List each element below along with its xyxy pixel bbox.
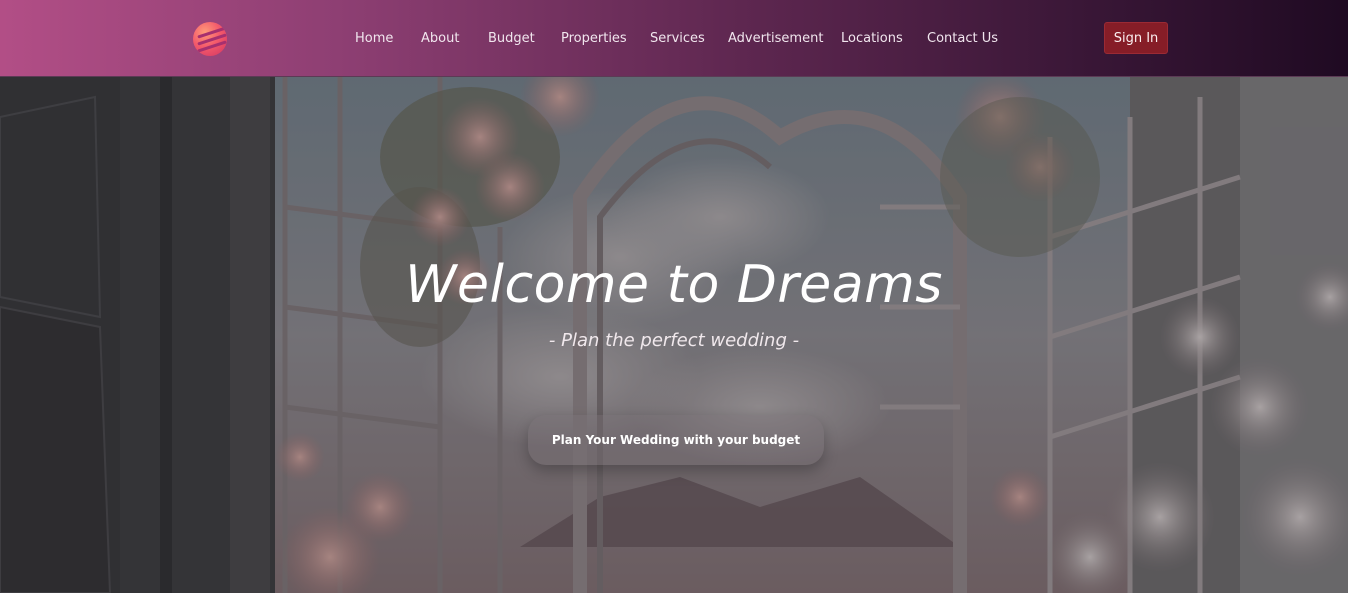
nav-properties[interactable]: Properties xyxy=(561,31,627,46)
nav-services[interactable]: Services xyxy=(650,31,705,46)
nav-budget[interactable]: Budget xyxy=(488,31,535,46)
hero-subtitle: - Plan the perfect wedding - xyxy=(548,330,800,351)
plan-wedding-button[interactable]: Plan Your Wedding with your budget xyxy=(528,415,824,465)
nav-advertisement[interactable]: Advertisement xyxy=(728,31,823,46)
site-header: Home About Budget Properties Services Ad… xyxy=(0,0,1348,77)
nav-home[interactable]: Home xyxy=(355,31,393,46)
nav-about[interactable]: About xyxy=(421,31,459,46)
nav-locations[interactable]: Locations xyxy=(841,31,903,46)
hero-section: Welcome to Dreams - Plan the perfect wed… xyxy=(0,77,1348,593)
sign-in-button[interactable]: Sign In xyxy=(1104,22,1168,54)
hero-title: Welcome to Dreams xyxy=(405,255,943,315)
nav-contact-us[interactable]: Contact Us xyxy=(927,31,998,46)
